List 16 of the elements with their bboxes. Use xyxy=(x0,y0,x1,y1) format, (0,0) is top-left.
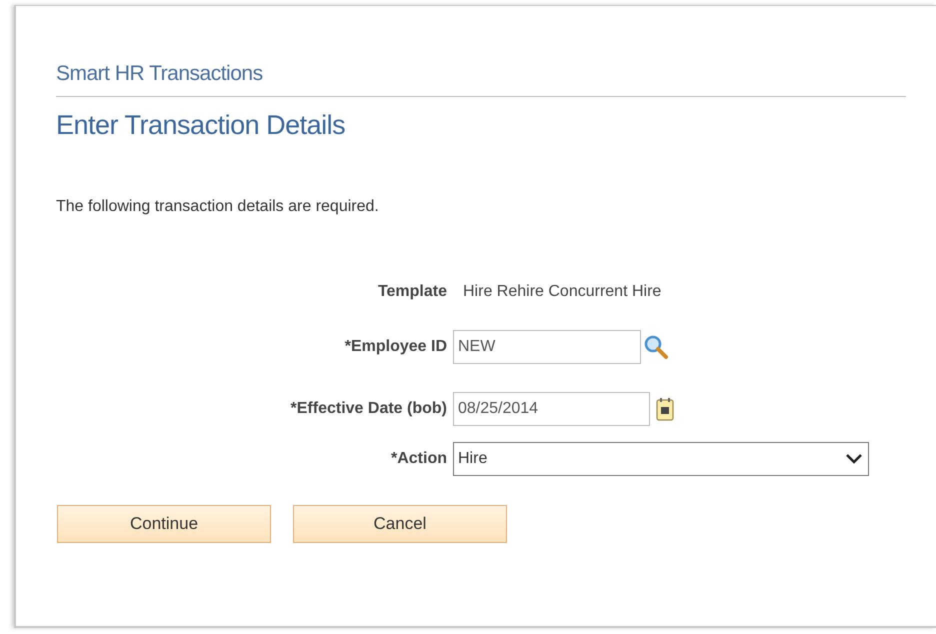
employee-id-field[interactable]: NEW xyxy=(453,330,641,364)
action-dropdown[interactable]: Hire xyxy=(453,442,869,476)
template-value: Hire Rehire Concurrent Hire xyxy=(463,282,662,302)
cancel-button[interactable]: Cancel xyxy=(293,505,507,543)
field-label: Template xyxy=(378,282,447,302)
field-label: *Effective Date (bob) xyxy=(290,399,447,419)
field-label: *Action xyxy=(391,449,447,469)
page-title: Enter Transaction Details xyxy=(56,108,346,142)
continue-button[interactable]: Continue xyxy=(57,505,271,543)
calendar-icon[interactable] xyxy=(656,397,674,421)
effective-date-field[interactable]: 08/25/2014 xyxy=(453,392,650,426)
field-label: *Employee ID xyxy=(344,337,447,357)
chevron-down-icon xyxy=(844,452,864,466)
search-icon[interactable] xyxy=(643,334,669,360)
breadcrumb: Smart HR Transactions xyxy=(56,58,906,96)
instructions-text: The following transaction details are required. xyxy=(56,197,380,217)
